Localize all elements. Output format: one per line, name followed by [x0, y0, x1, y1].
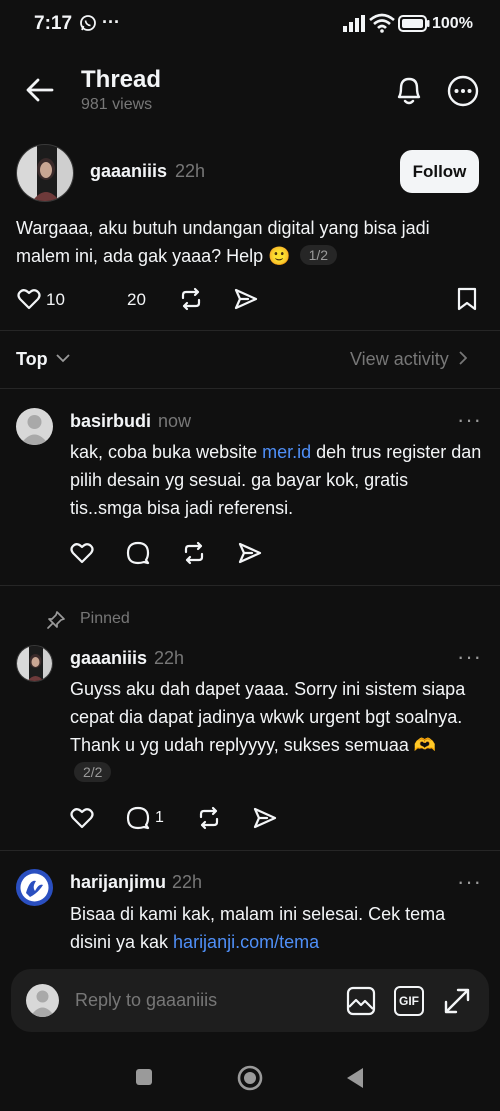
reply-text: Bisaa di kami kak, malam ini selesai. Ce… — [70, 900, 482, 956]
repost-icon[interactable] — [197, 806, 221, 830]
share-icon[interactable] — [238, 542, 262, 564]
repost-icon[interactable] — [182, 541, 206, 565]
battery-percent: 100% — [432, 15, 473, 32]
notification-overflow: ··· — [102, 12, 120, 32]
share-icon[interactable] — [253, 807, 277, 829]
like-count: 10 — [46, 290, 65, 309]
post-body: Wargaaa, aku butuh undangan digital yang… — [16, 218, 430, 266]
whatsapp-icon — [79, 14, 97, 32]
post-text: Wargaaa, aku butuh undangan digital yang… — [16, 214, 456, 270]
signal-icon — [343, 15, 365, 32]
share-icon[interactable] — [234, 288, 258, 310]
bookmark-icon[interactable] — [457, 287, 477, 311]
reply-time: 22h — [154, 648, 185, 668]
reply-time: 22h — [172, 872, 203, 892]
repost-count: 20 — [127, 290, 146, 309]
expand-icon[interactable] — [442, 986, 472, 1016]
wifi-icon — [369, 13, 395, 33]
reply-input[interactable]: Reply to gaaaniiis — [75, 990, 217, 1011]
status-bar: 7:17 ··· 100% — [0, 0, 500, 48]
like-icon[interactable] — [70, 807, 94, 829]
pin-icon — [46, 610, 66, 630]
chevron-down-icon — [56, 354, 70, 363]
sort-label: Top — [16, 349, 48, 369]
views-count: 981 views — [81, 96, 153, 113]
comment-count: 1 — [155, 809, 164, 826]
home-icon[interactable] — [236, 1064, 264, 1092]
view-activity-label: View activity — [350, 349, 449, 369]
post-time: 22h — [175, 161, 206, 181]
reply-link[interactable]: harijanji.com/tema — [173, 932, 319, 952]
page-badge: 2/2 — [74, 762, 112, 782]
reply-text: Guyss aku dah dapet yaaa. Sorry ini sist… — [70, 675, 482, 787]
recents-icon[interactable] — [135, 1068, 153, 1086]
more-options-icon[interactable]: ··· — [457, 871, 482, 893]
bell-icon[interactable] — [394, 74, 424, 106]
comment-icon[interactable] — [126, 806, 150, 830]
reply-item: harijanjimu 22h ··· Bisaa di kami kak, m… — [0, 851, 500, 971]
reply-username[interactable]: harijanjimu — [70, 872, 166, 893]
image-icon[interactable] — [346, 986, 376, 1016]
post-username[interactable]: gaaaniiis — [90, 161, 167, 182]
back-icon[interactable] — [345, 1067, 365, 1089]
follow-button-label: Follow — [412, 162, 467, 181]
page-title: Thread — [81, 66, 162, 93]
reply-username[interactable]: gaaaniiis — [70, 648, 147, 669]
follow-button[interactable]: Follow — [400, 150, 479, 193]
status-time: 7:17 — [34, 13, 73, 34]
reply-text: kak, coba buka website mer.id deh trus r… — [70, 438, 482, 522]
avatar[interactable] — [16, 645, 53, 682]
system-nav-bar — [0, 1040, 500, 1111]
reply-time: now — [158, 411, 192, 431]
comment-icon[interactable] — [126, 541, 150, 565]
view-activity-link[interactable]: View activity — [350, 349, 468, 370]
avatar[interactable] — [16, 144, 74, 202]
pinned-label: Pinned — [80, 610, 130, 627]
battery-icon — [398, 15, 430, 32]
reply-body-part: kak, coba buka website — [70, 442, 263, 462]
avatar[interactable] — [16, 408, 53, 445]
reply-item: basirbudi now ··· kak, coba buka website… — [0, 389, 500, 585]
avatar — [26, 984, 59, 1017]
thread-header: Thread 981 views — [0, 56, 500, 126]
back-arrow-icon[interactable] — [26, 78, 54, 102]
reply-body: Guyss aku dah dapet yaaa. Sorry ini sist… — [70, 679, 466, 755]
reply-username[interactable]: basirbudi — [70, 411, 151, 432]
sort-row: Top View activity — [0, 331, 500, 388]
main-post: gaaaniiis 22h Follow Wargaaa, aku butuh … — [0, 140, 500, 330]
chevron-right-icon — [459, 351, 468, 365]
gif-label: GIF — [399, 994, 419, 1008]
gif-button[interactable]: GIF — [394, 986, 424, 1016]
reply-composer[interactable]: Reply to gaaaniiis GIF — [11, 969, 489, 1032]
reply-item: Pinned gaaaniiis 22h ··· Guyss aku dah d… — [0, 586, 500, 850]
page-badge: 1/2 — [299, 245, 338, 265]
like-icon[interactable] — [70, 542, 94, 564]
avatar[interactable] — [16, 869, 53, 906]
sort-dropdown[interactable]: Top — [16, 349, 70, 370]
like-icon[interactable] — [17, 288, 41, 310]
more-options-icon[interactable]: ··· — [457, 646, 482, 668]
repost-icon[interactable] — [179, 287, 203, 311]
more-options-icon[interactable] — [447, 75, 479, 107]
reply-link[interactable]: mer.id — [262, 442, 311, 462]
more-options-icon[interactable]: ··· — [457, 409, 482, 431]
